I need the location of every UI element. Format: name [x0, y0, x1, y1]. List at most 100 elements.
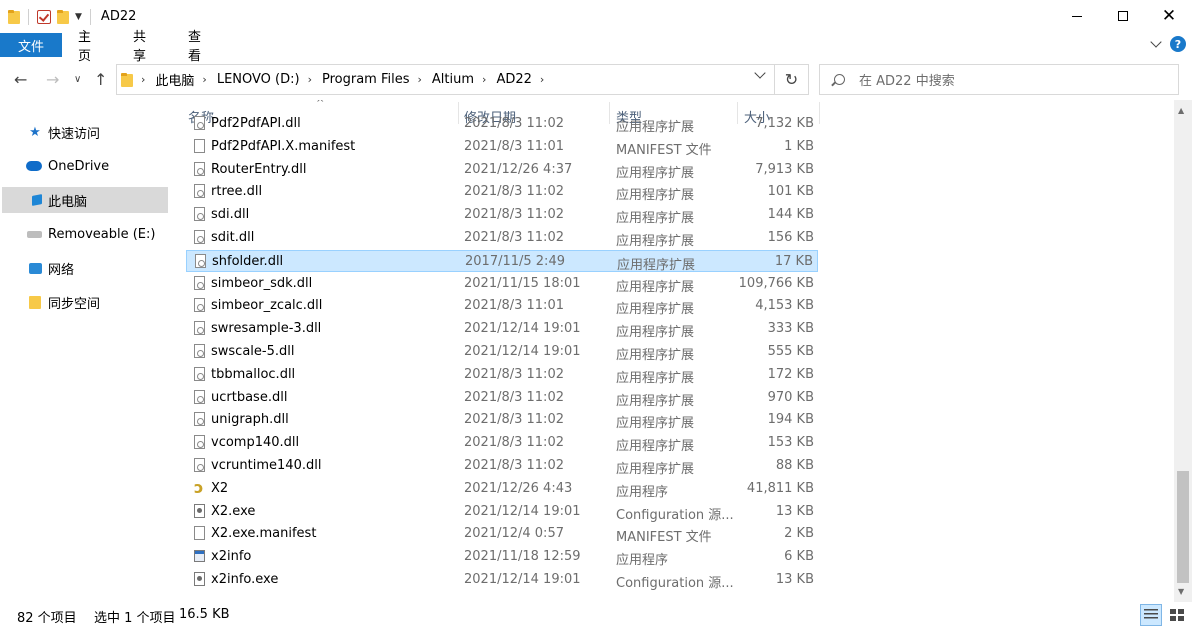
file-date: 2021/8/3 11:02	[464, 116, 564, 131]
sidebar-item-quick-access[interactable]: ★ 快速访问	[0, 119, 166, 145]
address-bar[interactable]: › 此电脑 › LENOVO (D:) › Program Files › Al…	[116, 64, 775, 95]
file-type: 应用程序扩展	[616, 302, 695, 318]
chevron-right-icon[interactable]: ›	[482, 73, 486, 86]
scrollbar-thumb[interactable]	[1177, 471, 1189, 583]
file-row[interactable]: sdit.dll 2021/8/3 11:02 应用程序扩展 156 KB	[186, 227, 818, 249]
large-icons-view-icon	[1170, 609, 1184, 621]
properties-icon[interactable]	[37, 9, 51, 24]
file-row[interactable]: rtree.dll 2021/8/3 11:02 应用程序扩展 101 KB	[186, 181, 818, 203]
file-type: 应用程序扩展	[616, 348, 695, 363]
file-row[interactable]: vcruntime140.dll 2021/8/3 11:02 应用程序扩展 88 K…	[186, 455, 818, 477]
toolbar-divider	[28, 8, 29, 25]
scroll-down-icon[interactable]: ▼	[1178, 587, 1184, 596]
help-icon[interactable]: ?	[1170, 36, 1186, 52]
customize-toolbar-icon[interactable]: ▼	[75, 12, 82, 22]
file-date: 2021/8/3 11:02	[464, 389, 564, 405]
file-name: simbeor_sdk.dll	[211, 275, 313, 291]
breadcrumb-ad22[interactable]: AD22	[496, 72, 531, 87]
file-type: 应用程序扩展	[616, 234, 695, 249]
file-name: rtree.dll	[211, 184, 263, 200]
forward-button[interactable]: →	[46, 70, 59, 89]
scroll-up-icon[interactable]: ▲	[1178, 106, 1184, 115]
file-name: sdi.dll	[211, 207, 250, 223]
chevron-right-icon[interactable]: ›	[141, 73, 145, 86]
file-row[interactable]: vcomp140.dll 2021/8/3 11:02 应用程序扩展 153 KB	[186, 432, 818, 454]
file-row[interactable]: simbeor_sdk.dll 2021/11/15 18:01 应用程序扩展 109…	[186, 273, 818, 295]
sidebar-item-network[interactable]: 网络	[0, 255, 166, 281]
breadcrumb-program-files[interactable]: Program Files	[322, 72, 410, 87]
minimize-button[interactable]	[1054, 0, 1100, 32]
item-count: 82 个项目	[17, 611, 77, 626]
close-button[interactable]: ✕	[1146, 0, 1192, 32]
file-type: 应用程序扩展	[616, 325, 695, 341]
tab-file[interactable]: 文件	[0, 33, 62, 57]
file-row[interactable]: swresample-3.dll 2021/12/14 19:01 应用程序扩展 33…	[186, 318, 818, 340]
back-button[interactable]: ←	[14, 70, 27, 89]
details-view-button[interactable]	[1140, 604, 1162, 626]
selection-count: 选中 1 个项目	[94, 611, 176, 626]
file-date: 2021/8/3 11:02	[464, 366, 564, 382]
file-row[interactable]: unigraph.dll 2021/8/3 11:02 应用程序扩展 194 KB	[186, 409, 818, 431]
maximize-icon	[1118, 11, 1128, 21]
sidebar-item-sync-space[interactable]: 同步空间	[0, 289, 166, 315]
file-row[interactable]: ucrtbase.dll 2021/8/3 11:02 应用程序扩展 970 KB	[186, 387, 818, 409]
file-name: x2info.exe	[211, 572, 279, 587]
file-row[interactable]: Pdf2PdfAPI.X.manifest 2021/8/3 11:01 MANIF…	[186, 136, 818, 158]
large-icons-view-button[interactable]	[1166, 604, 1188, 626]
chevron-right-icon[interactable]: ›	[540, 73, 544, 86]
breadcrumb-this-pc[interactable]: 此电脑	[155, 70, 194, 89]
sidebar-item-onedrive[interactable]: OneDrive	[0, 153, 166, 179]
vertical-scrollbar[interactable]: ▲ ▼	[1174, 100, 1192, 602]
file-name: unigraph.dll	[211, 412, 289, 428]
expand-ribbon-icon[interactable]	[1150, 36, 1162, 48]
tab-view[interactable]: 查看	[172, 30, 227, 64]
file-name: RouterEntry.dll	[211, 161, 307, 177]
file-row[interactable]: shfolder.dll 2017/11/5 2:49 应用程序扩展 17 KB	[186, 249, 818, 273]
refresh-button[interactable]: ↻	[775, 64, 809, 95]
file-name: vcomp140.dll	[211, 435, 300, 451]
new-folder-icon[interactable]	[57, 9, 69, 24]
chevron-right-icon[interactable]: ›	[308, 73, 312, 86]
file-date: 2021/8/3 11:02	[464, 412, 564, 428]
file-row[interactable]: x2info 2021/11/18 12:59 应用程序 6 KB	[186, 546, 818, 568]
breadcrumb-lenovo-d[interactable]: LENOVO (D:)	[217, 72, 300, 87]
ribbon-tabs: 文件 主页 共享 查看 ?	[0, 30, 1192, 64]
file-row[interactable]: X2.exe 2021/12/14 19:01 Configuration 源...…	[186, 501, 818, 523]
file-row[interactable]: swscale-5.dll 2021/12/14 19:01 应用程序扩展 555 K…	[186, 341, 818, 363]
file-date: 2021/8/3 11:01	[464, 138, 564, 154]
file-type: 应用程序扩展	[616, 279, 695, 295]
file-size: 555 KB	[767, 344, 814, 359]
dll-file-icon	[194, 366, 205, 381]
file-row[interactable]: sdi.dll 2021/8/3 11:02 应用程序扩展 144 KB	[186, 204, 818, 226]
file-row[interactable]: X2.exe.manifest 2021/12/4 0:57 MANIFEST 文件…	[186, 523, 818, 545]
sidebar-item-label: 网络	[48, 262, 75, 278]
column-divider[interactable]	[819, 102, 820, 124]
up-button[interactable]: ↑	[94, 70, 107, 89]
file-icon	[194, 526, 205, 541]
file-type: 应用程序扩展	[616, 120, 695, 135]
file-row[interactable]: Pdf2PdfAPI.dll 2021/8/3 11:02 应用程序扩展 7,132 …	[186, 113, 818, 135]
file-name: X2.exe.manifest	[211, 526, 317, 542]
selection-size: 16.5 KB	[179, 607, 230, 622]
config-file-icon	[194, 503, 205, 518]
sidebar-item-this-pc[interactable]: 此电脑	[2, 187, 168, 213]
maximize-button[interactable]	[1100, 0, 1146, 32]
navigation-bar: ← → ∨ ↑ › 此电脑 › LENOVO (D:) › Program Fi…	[0, 60, 1192, 100]
sidebar-item-removeable-e[interactable]: Removeable (E:)	[0, 221, 166, 247]
address-dropdown-icon[interactable]	[754, 67, 766, 79]
dll-file-icon	[194, 321, 205, 336]
search-input[interactable]: 在 AD22 中搜索	[819, 64, 1179, 95]
chevron-right-icon[interactable]: ›	[418, 73, 422, 86]
file-row[interactable]: RouterEntry.dll 2021/12/26 4:37 应用程序扩展 7,91…	[186, 159, 818, 181]
breadcrumb-altium[interactable]: Altium	[432, 72, 474, 87]
file-row[interactable]: X2 2021/12/26 4:43 应用程序 41,811 KB	[186, 478, 818, 500]
tab-home[interactable]: 主页	[62, 30, 117, 64]
file-size: 1 KB	[784, 138, 814, 154]
file-row[interactable]: x2info.exe 2021/12/14 19:01 Configuration …	[186, 569, 818, 591]
file-row[interactable]: tbbmalloc.dll 2021/8/3 11:02 应用程序扩展 172 KB	[186, 364, 818, 386]
tab-share[interactable]: 共享	[117, 30, 172, 64]
file-date: 2021/12/14 19:01	[464, 503, 581, 519]
chevron-right-icon[interactable]: ›	[202, 73, 206, 86]
recent-locations-icon[interactable]: ∨	[74, 74, 81, 85]
file-row[interactable]: simbeor_zcalc.dll 2021/8/3 11:01 应用程序扩展 4,1…	[186, 295, 818, 317]
